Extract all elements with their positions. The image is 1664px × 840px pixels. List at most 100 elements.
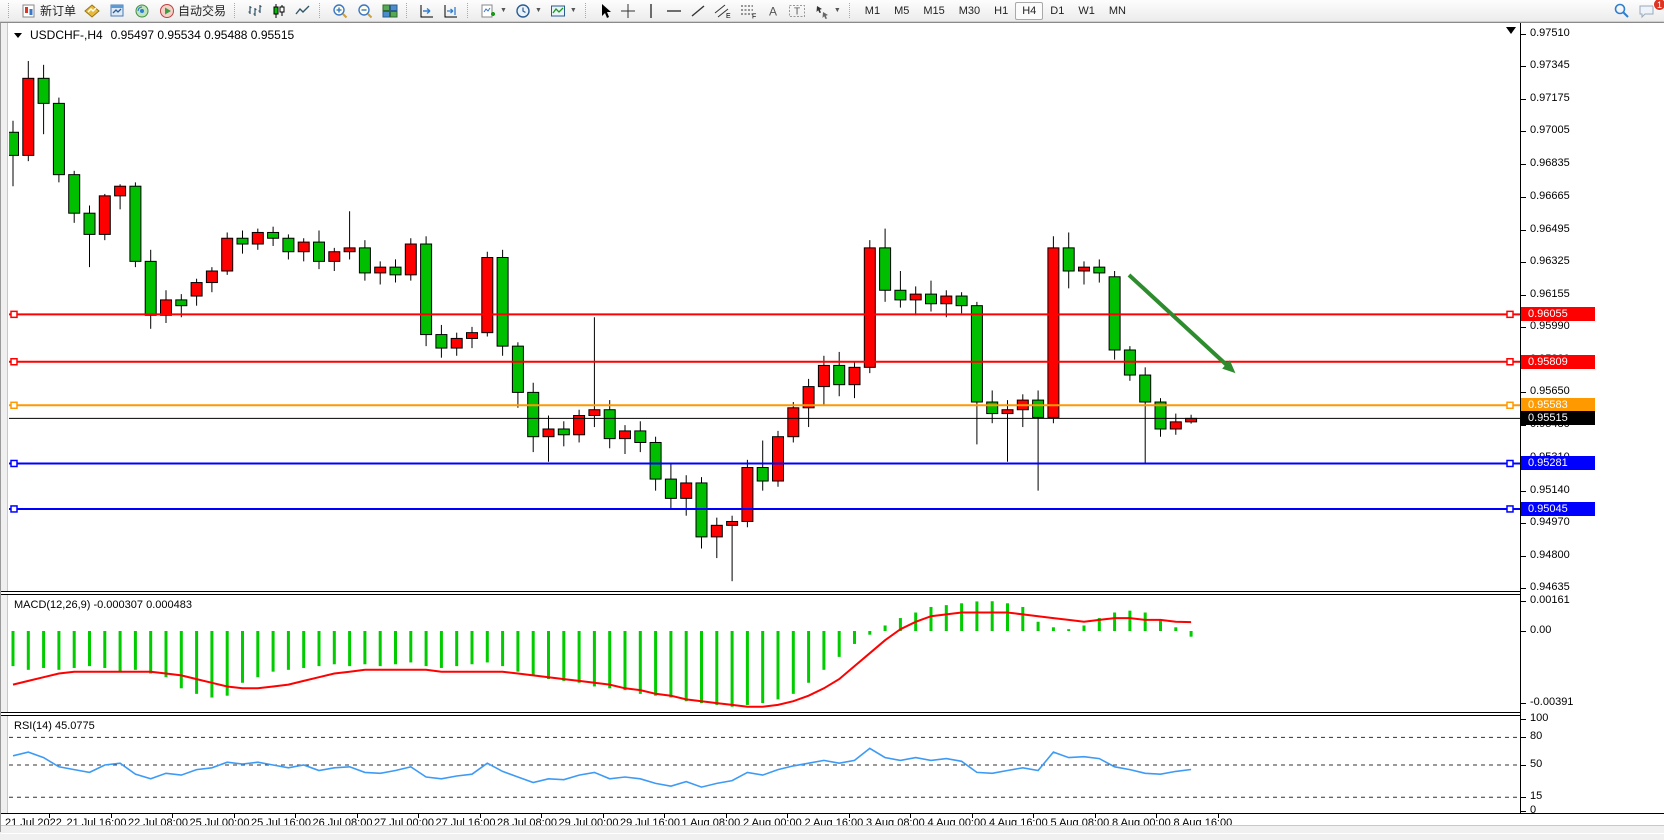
auto-scroll-button[interactable] (415, 1, 439, 21)
macd-histogram-bar (532, 631, 535, 675)
price-axis[interactable]: 0.975100.973450.971750.970050.968350.966… (1521, 23, 1664, 813)
timeframe-mn-button[interactable]: MN (1102, 2, 1133, 20)
candle-bearish (53, 103, 64, 174)
trendline-button[interactable] (686, 1, 710, 21)
line-anchor-handle[interactable] (1507, 311, 1513, 317)
timeframe-h1-button[interactable]: H1 (987, 2, 1015, 20)
line-anchor-handle[interactable] (11, 506, 17, 512)
auto-scroll-icon (419, 3, 435, 19)
level-price-badge: 0.95809 (1521, 355, 1595, 369)
price-tick-label: 0.97510 (1530, 27, 1570, 39)
search-button[interactable] (1609, 1, 1634, 21)
zoom-out-button[interactable] (353, 1, 378, 21)
macd-histogram-bar (272, 631, 275, 672)
line-anchor-handle[interactable] (1507, 506, 1513, 512)
toolbar-grip[interactable] (406, 3, 411, 18)
macd-histogram-bar (455, 631, 458, 666)
toolbar-grip[interactable] (319, 3, 324, 18)
toolbar-grip[interactable] (849, 3, 854, 18)
line-anchor-handle[interactable] (11, 311, 17, 317)
text-label-button[interactable]: T (784, 1, 810, 21)
macd-histogram-bar (27, 631, 30, 670)
horizontal-line-button[interactable] (662, 1, 686, 21)
new-chart-button[interactable] (80, 1, 105, 21)
macd-pane[interactable] (9, 595, 1520, 713)
line-anchor-handle[interactable] (1507, 460, 1513, 466)
periods-button[interactable]: ▼ (511, 1, 546, 21)
timeframe-m1-button[interactable]: M1 (858, 2, 887, 20)
toolbar-grip[interactable] (8, 3, 13, 18)
fibonacci-button[interactable]: F (736, 1, 762, 21)
macd-histogram-bar (991, 601, 994, 631)
chart-dropdown-icon[interactable] (14, 33, 22, 38)
timeframe-m15-button[interactable]: M15 (916, 2, 951, 20)
signals-icon (134, 3, 151, 19)
crosshair-button[interactable] (616, 1, 640, 21)
candle-bullish (711, 525, 722, 537)
autotrading-button[interactable]: 自动交易 (155, 1, 230, 21)
line-chart-button[interactable] (291, 1, 315, 21)
candlestick-chart-button[interactable] (267, 1, 291, 21)
macd-histogram-bar (73, 631, 76, 668)
signals-button[interactable] (130, 1, 155, 21)
rsi-tick-label: 50 (1530, 758, 1542, 770)
timeframe-m5-button[interactable]: M5 (887, 2, 916, 20)
macd-histogram-bar (578, 631, 581, 683)
timeframe-h4-button[interactable]: H4 (1015, 2, 1043, 20)
main-chart-pane[interactable] (9, 25, 1520, 592)
timeframe-m30-button[interactable]: M30 (952, 2, 987, 20)
axis-tick-mark (1521, 131, 1526, 132)
candle-bearish (130, 186, 141, 261)
line-anchor-handle[interactable] (11, 402, 17, 408)
toolbar-grip[interactable] (467, 3, 472, 18)
indicators-button[interactable]: ▼ (476, 1, 511, 21)
arrow-objects-button[interactable]: ▼ (810, 1, 845, 21)
annotation-arrow[interactable] (1129, 275, 1231, 369)
rsi-pane[interactable] (9, 716, 1520, 813)
macd-histogram-bar (746, 631, 749, 705)
macd-histogram-bar (975, 601, 978, 631)
candle-bullish (543, 429, 554, 437)
chart-shift-button[interactable] (439, 1, 463, 21)
macd-histogram-bar (608, 631, 611, 688)
timeframe-d1-button[interactable]: D1 (1043, 2, 1071, 20)
notification-badge[interactable]: 1 (1653, 0, 1664, 11)
candle-bearish (436, 335, 447, 348)
candle-bullish (298, 242, 309, 252)
price-tick-label: 0.94970 (1530, 516, 1570, 528)
toolbar-grip[interactable] (234, 3, 239, 18)
line-anchor-handle[interactable] (1507, 359, 1513, 365)
macd-pane-separator[interactable] (1, 591, 1664, 595)
line-anchor-handle[interactable] (11, 359, 17, 365)
price-tick-label: 0.94635 (1530, 581, 1570, 593)
candle-bearish (69, 175, 80, 214)
new-order-button[interactable]: 新订单 (17, 1, 80, 21)
macd-histogram-bar (42, 631, 45, 668)
tile-windows-button[interactable] (378, 1, 402, 21)
level-price-badge: 0.95281 (1521, 456, 1595, 470)
tile-windows-icon (382, 3, 398, 19)
candle-bearish (895, 290, 906, 300)
equidistant-channel-button[interactable]: E (710, 1, 736, 21)
candle-bullish (849, 367, 860, 384)
text-button[interactable]: A (762, 1, 784, 21)
cursor-button[interactable] (594, 1, 616, 21)
chart-shift-icon (443, 3, 459, 19)
candle-bearish (650, 442, 661, 479)
line-anchor-handle[interactable] (1507, 402, 1513, 408)
macd-histogram-bar (685, 631, 688, 701)
bar-chart-button[interactable] (243, 1, 267, 21)
line-anchor-handle[interactable] (11, 460, 17, 466)
axis-tick-mark (1521, 262, 1526, 263)
axis-tick-mark (1521, 631, 1526, 632)
timeframe-w1-button[interactable]: W1 (1071, 2, 1102, 20)
toolbar-grip[interactable] (585, 3, 590, 18)
templates-button[interactable]: ▼ (546, 1, 581, 21)
zoom-in-button[interactable] (328, 1, 353, 21)
rsi-pane-separator[interactable] (1, 712, 1664, 716)
chart-shift-marker[interactable] (1506, 27, 1516, 34)
vertical-line-button[interactable] (640, 1, 662, 21)
profiles-button[interactable] (105, 1, 130, 21)
macd-histogram-bar (471, 631, 474, 664)
level-price-badge: 0.95583 (1521, 398, 1595, 412)
